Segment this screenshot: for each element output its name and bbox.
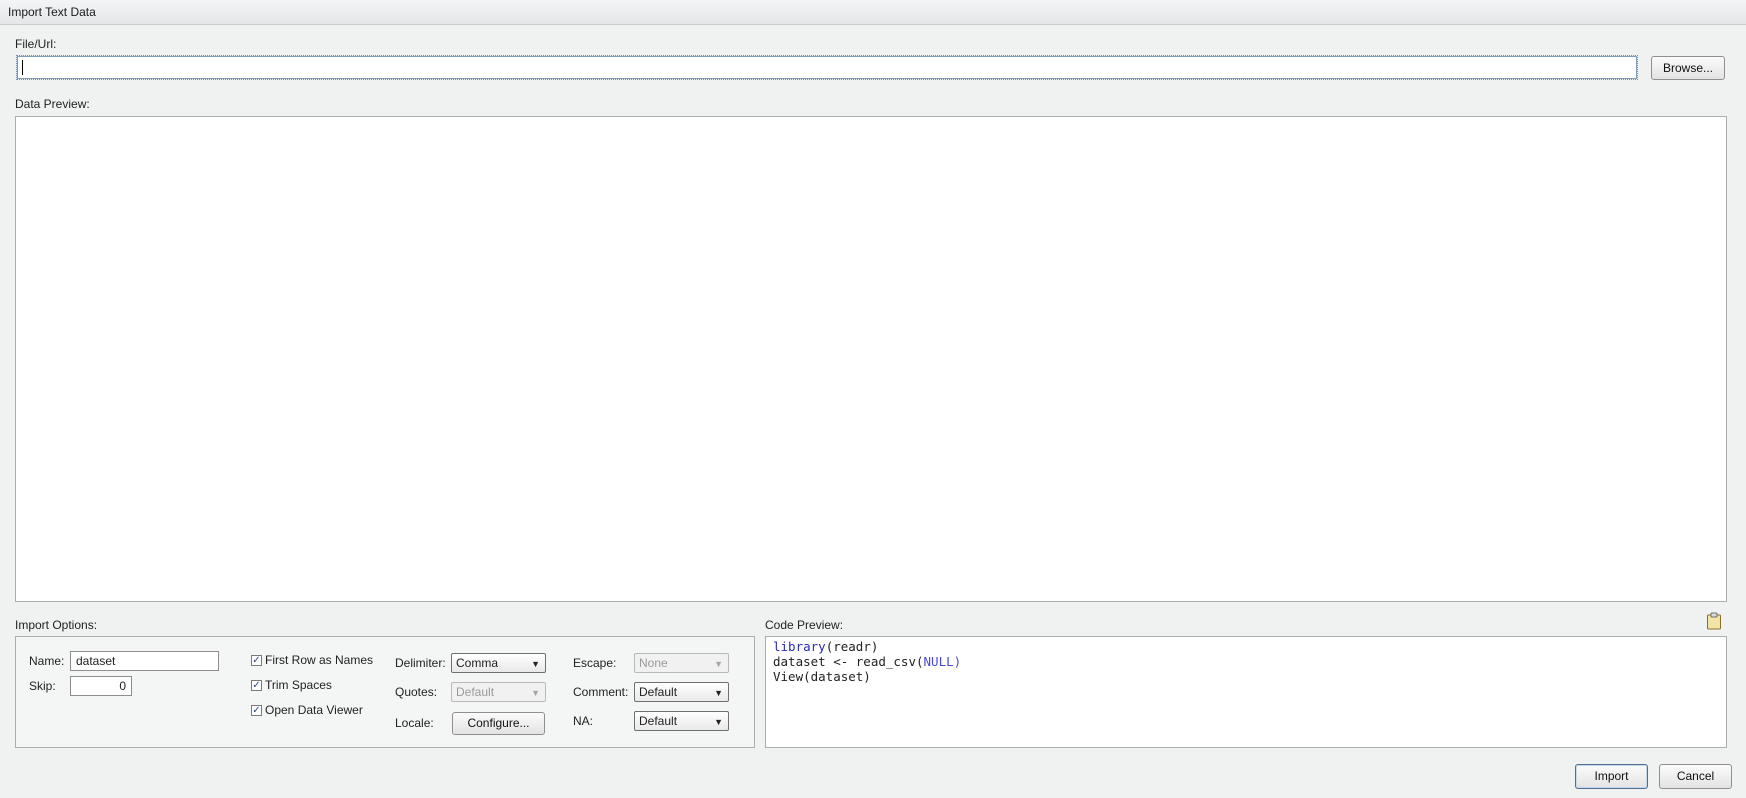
dropdown-arrow-icon: ▼ [714, 688, 723, 698]
dropdown-arrow-icon: ▼ [714, 717, 723, 727]
code-preview-panel [765, 636, 1727, 748]
browse-button[interactable]: Browse... [1651, 56, 1725, 80]
file-url-input[interactable] [16, 55, 1638, 80]
dropdown-arrow-icon: ▼ [714, 659, 723, 669]
name-field[interactable]: dataset [70, 651, 219, 671]
code-assign: dataset <- read_csv( [773, 654, 924, 669]
quotes-value: Default [456, 685, 495, 699]
comment-value: Default [639, 685, 678, 699]
first-row-label: First Row as Names [265, 653, 374, 667]
cancel-button[interactable]: Cancel [1659, 764, 1732, 789]
trim-spaces-label: Trim Spaces [265, 678, 332, 692]
data-preview-panel [15, 116, 1727, 602]
text-caret [22, 60, 23, 75]
code-line-1: library(readr) [773, 640, 878, 654]
file-url-label: File/Url: [15, 37, 57, 51]
na-select[interactable]: Default ▼ [634, 711, 729, 731]
window-title: Import Text Data [8, 5, 96, 19]
delimiter-label: Delimiter: [395, 656, 446, 670]
escape-select[interactable]: None ▼ [634, 653, 729, 673]
open-viewer-label: Open Data Viewer [265, 703, 363, 717]
locale-label: Locale: [395, 716, 434, 730]
title-bar [0, 0, 1746, 25]
comment-label: Comment: [573, 685, 629, 699]
name-label: Name: [29, 654, 65, 668]
import-button[interactable]: Import [1575, 764, 1648, 789]
quotes-label: Quotes: [395, 685, 438, 699]
na-value: Default [639, 714, 678, 728]
clipboard-icon[interactable] [1706, 612, 1722, 633]
first-row-checkbox[interactable]: ✓ [251, 655, 262, 666]
dropdown-arrow-icon: ▼ [531, 688, 540, 698]
import-options-label: Import Options: [15, 618, 98, 632]
escape-label: Escape: [573, 656, 617, 670]
open-viewer-checkbox[interactable]: ✓ [251, 705, 262, 716]
delimiter-select[interactable]: Comma ▼ [451, 653, 546, 673]
data-preview-label: Data Preview: [15, 97, 90, 111]
code-args: (readr) [825, 639, 879, 654]
code-keyword: library [773, 639, 826, 654]
dropdown-arrow-icon: ▼ [531, 659, 540, 669]
na-label: NA: [573, 714, 594, 728]
delimiter-value: Comma [456, 656, 499, 670]
skip-label: Skip: [29, 679, 56, 693]
trim-spaces-checkbox[interactable]: ✓ [251, 680, 262, 691]
code-line-3: View(dataset) [773, 669, 871, 684]
skip-field[interactable]: 0 [70, 676, 132, 696]
code-line-2: dataset <- read_csv(NULL) [773, 655, 961, 669]
code-close: ) [953, 654, 962, 669]
configure-locale-button[interactable]: Configure... [452, 712, 545, 735]
quotes-select[interactable]: Default ▼ [451, 682, 546, 702]
code-constant: NULL [923, 654, 954, 669]
escape-value: None [639, 656, 668, 670]
code-preview-label: Code Preview: [765, 618, 844, 632]
comment-select[interactable]: Default ▼ [634, 682, 729, 702]
